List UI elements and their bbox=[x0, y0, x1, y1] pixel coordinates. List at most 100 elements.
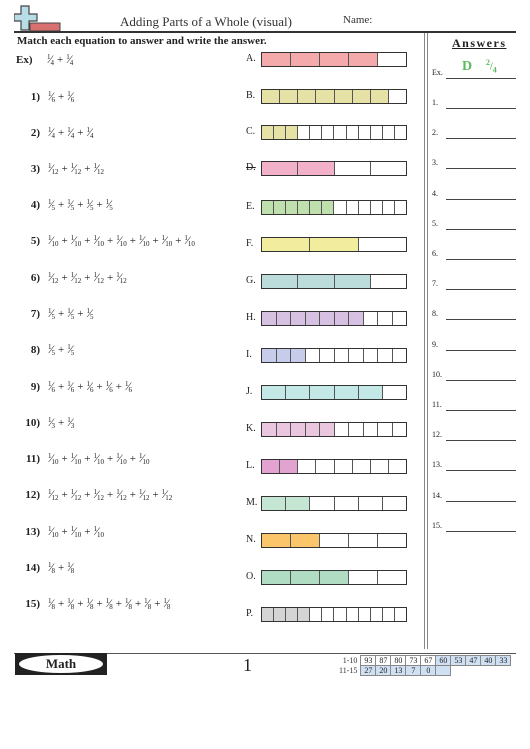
header-rule bbox=[14, 31, 516, 33]
plus-sign: + bbox=[129, 235, 136, 247]
answer-row: 2. bbox=[432, 128, 522, 142]
bar-segment-empty bbox=[388, 90, 406, 103]
plus-sign: + bbox=[58, 381, 65, 393]
instructions: Match each equation to answer and write … bbox=[17, 35, 267, 47]
bar-segment-empty bbox=[378, 571, 406, 584]
subject-label: Math bbox=[19, 655, 103, 673]
answer-input-line[interactable] bbox=[446, 500, 516, 502]
answer-input-line[interactable] bbox=[446, 410, 516, 411]
bar-segment-empty bbox=[382, 608, 395, 621]
bar-segment-empty bbox=[334, 349, 349, 362]
score-cell: 47 bbox=[465, 655, 482, 666]
answer-input-line[interactable] bbox=[446, 289, 516, 291]
example-problem: Ex) 1⁄4 +1⁄4 bbox=[16, 52, 73, 68]
bar-segment-filled bbox=[262, 312, 277, 325]
plus-sign: + bbox=[129, 489, 136, 501]
plus-sign: + bbox=[106, 235, 114, 247]
plus-sign: + bbox=[84, 489, 91, 501]
bar-segment-empty bbox=[346, 608, 359, 621]
fraction-bar bbox=[261, 89, 407, 104]
unit-fraction: 1⁄12 bbox=[48, 270, 59, 285]
bar-segment-empty bbox=[382, 386, 407, 399]
answer-input-line[interactable] bbox=[446, 440, 516, 442]
bar-segment-filled bbox=[262, 423, 277, 436]
problem-item: 2) 1⁄4 +1⁄4 +1⁄4 bbox=[17, 125, 94, 141]
bar-segment-empty bbox=[363, 349, 378, 362]
unit-fraction: 1⁄8 bbox=[144, 596, 152, 611]
score-cell: 13 bbox=[390, 665, 407, 676]
bar-segment-filled bbox=[280, 460, 299, 473]
unit-fraction: 1⁄5 bbox=[86, 306, 94, 321]
answer-label: 5. bbox=[432, 218, 438, 228]
unit-fraction: 1⁄4 bbox=[48, 125, 56, 140]
answer-input-line[interactable] bbox=[446, 108, 516, 109]
problem-equation: 1⁄8 +1⁄8 +1⁄8 +1⁄8 +1⁄8 +1⁄8 +1⁄8 bbox=[48, 596, 170, 611]
answer-input-line[interactable] bbox=[446, 259, 516, 260]
bar-label: E. bbox=[246, 201, 255, 212]
score-cell: 53 bbox=[450, 655, 467, 666]
problem-equation: 1⁄5 +1⁄5 +1⁄5 bbox=[48, 306, 94, 321]
answer-input-line[interactable] bbox=[446, 319, 516, 321]
problem-equation: 1⁄8 +1⁄8 bbox=[48, 560, 74, 575]
unit-fraction: 1⁄8 bbox=[48, 596, 56, 611]
bar-segment-filled bbox=[274, 201, 287, 214]
bar-segment-filled bbox=[262, 349, 277, 362]
example-answer-letter: D bbox=[462, 59, 473, 74]
problem-item: 11) 1⁄10 +1⁄10 +1⁄10 +1⁄10 +1⁄10 bbox=[17, 451, 150, 467]
plus-sign: + bbox=[61, 453, 68, 465]
problem-number: 11) bbox=[25, 453, 40, 465]
answer-row-example: Ex. D 2/4 bbox=[432, 58, 522, 82]
answer-input-line[interactable] bbox=[446, 198, 516, 200]
bar-label: F. bbox=[246, 238, 254, 249]
fraction-bar bbox=[261, 570, 407, 585]
bar-segment-filled bbox=[262, 608, 275, 621]
plus-sign: + bbox=[58, 598, 65, 610]
fraction-bar bbox=[261, 533, 407, 548]
fraction-bar bbox=[261, 52, 407, 67]
answer-row: 15. bbox=[432, 521, 522, 535]
bar-segment-empty bbox=[320, 534, 349, 547]
bar-label: G. bbox=[246, 275, 256, 286]
answer-input-line[interactable] bbox=[446, 228, 516, 230]
bar-segment-empty bbox=[378, 53, 406, 66]
bar-segment-filled bbox=[310, 386, 335, 399]
bar-segment-filled bbox=[262, 497, 287, 510]
bar-segment-empty bbox=[370, 162, 406, 175]
unit-fraction: 1⁄12 bbox=[93, 161, 104, 176]
unit-fraction: 1⁄10 bbox=[138, 233, 150, 248]
fraction-bar bbox=[261, 459, 407, 474]
bar-segment-filled bbox=[262, 534, 291, 547]
unit-fraction: 1⁄5 bbox=[67, 306, 75, 321]
unit-fraction: 1⁄10 bbox=[48, 451, 59, 466]
fraction-bar bbox=[261, 385, 407, 400]
bar-segment-filled bbox=[262, 275, 299, 288]
answer-input-line[interactable] bbox=[446, 379, 516, 381]
answer-input-line[interactable] bbox=[446, 470, 516, 472]
answer-row: 12. bbox=[432, 430, 522, 444]
problem-equation: 1⁄12 +1⁄12 +1⁄12 bbox=[48, 161, 104, 176]
bar-segment-filled bbox=[305, 312, 320, 325]
column-divider bbox=[427, 33, 428, 649]
bar-segment-filled bbox=[334, 275, 371, 288]
unit-fraction: 1⁄8 bbox=[86, 596, 94, 611]
unit-fraction: 1⁄6 bbox=[86, 379, 94, 394]
bar-segment-empty bbox=[349, 349, 364, 362]
bar-segment-empty bbox=[334, 126, 347, 139]
answer-input-line[interactable] bbox=[446, 168, 516, 170]
score-cell: 73 bbox=[405, 655, 422, 666]
unit-fraction: 1⁄10 bbox=[161, 233, 173, 248]
problem-number: 4) bbox=[30, 199, 40, 211]
answer-input-line[interactable] bbox=[446, 138, 516, 140]
plus-sign: + bbox=[58, 127, 65, 139]
fraction-bar bbox=[261, 607, 407, 622]
answer-label: Ex. bbox=[432, 68, 443, 77]
answer-input-line[interactable] bbox=[446, 530, 516, 532]
bar-segment-empty bbox=[310, 497, 335, 510]
bar-segment-empty bbox=[363, 423, 378, 436]
bar-segment-filled bbox=[286, 608, 299, 621]
bar-segment-filled bbox=[334, 90, 353, 103]
problem-number: 5) bbox=[30, 235, 40, 247]
answer-input-line[interactable] bbox=[446, 349, 516, 351]
bar-segment-empty bbox=[392, 423, 406, 436]
score-row-label: 1-10 bbox=[342, 656, 358, 665]
